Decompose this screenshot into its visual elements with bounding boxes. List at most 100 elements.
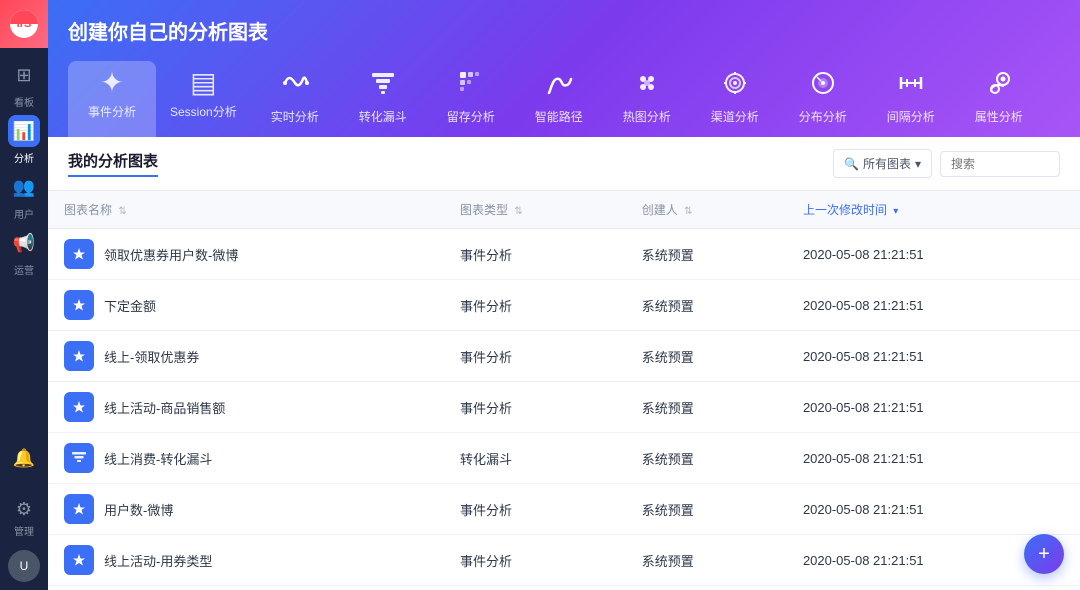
chart-icon-1	[64, 290, 94, 320]
sidebar-item-settings[interactable]: ⚙ 管理	[0, 490, 48, 546]
attribute-label: 属性分析	[975, 108, 1023, 125]
interval-label: 间隔分析	[887, 108, 935, 125]
chart-name-text-4: 线上消费-转化漏斗	[104, 449, 212, 468]
table-row[interactable]: 线下消费-用券类型 事件分析 系统预置 2020-05-08 21:21:51	[48, 586, 1080, 590]
sidebar-bottom: 🔔 ⚙ 管理 U	[0, 430, 48, 590]
chart-type-distribution[interactable]: 分布分析	[779, 61, 867, 137]
cell-creator-3: 系统预置	[626, 382, 787, 433]
chart-type-retention[interactable]: 留存分析	[427, 61, 515, 137]
cell-name-6: 线上活动-用券类型	[48, 535, 444, 586]
fab-icon: +	[1038, 543, 1050, 566]
sidebar-label-users: 用户	[14, 206, 34, 221]
retention-label: 留存分析	[447, 108, 495, 125]
cell-name-3: 线上活动-商品销售额	[48, 382, 444, 433]
page-title: 创建你自己的分析图表	[68, 16, 1060, 45]
sort-icon-time: ▾	[893, 206, 898, 217]
chart-type-funnel[interactable]: 转化漏斗	[339, 61, 427, 137]
heatmap-icon	[633, 69, 661, 102]
sidebar-item-operations[interactable]: 📢 运营	[0, 224, 48, 280]
header-right: 🔍 所有图表 ▾	[833, 149, 1060, 178]
chart-name-text-6: 线上活动-用券类型	[104, 551, 212, 570]
sidebar-item-kanban[interactable]: ⊞ 看板	[0, 56, 48, 112]
chart-type-attribute[interactable]: 属性分析	[955, 61, 1043, 137]
fab-button[interactable]: +	[1024, 534, 1064, 574]
chart-type-event[interactable]: ✦ 事件分析	[68, 61, 156, 137]
session-icon: ▤	[190, 69, 216, 97]
operations-icon-bg: 📢	[8, 227, 40, 259]
th-name: 图表名称 ⇅	[48, 191, 444, 229]
realtime-label: 实时分析	[271, 108, 319, 125]
analysis-icon-bg: 📊	[8, 115, 40, 147]
content-header: 我的分析图表 🔍 所有图表 ▾	[48, 137, 1080, 191]
event-label: 事件分析	[88, 103, 136, 120]
avatar[interactable]: U	[8, 550, 40, 582]
cell-type-7: 事件分析	[444, 586, 626, 590]
cell-name-4: 线上消费-转化漏斗	[48, 433, 444, 484]
analysis-icon: 📊	[13, 121, 35, 142]
top-section: 创建你自己的分析图表 ✦ 事件分析 ▤ Session分析 实时分析	[48, 0, 1080, 137]
users-icon-bg: 👥	[8, 171, 40, 203]
users-icon: 👥	[13, 177, 35, 198]
cell-type-1: 事件分析	[444, 280, 626, 331]
table-row[interactable]: 线上-领取优惠券 事件分析 系统预置 2020-05-08 21:21:51	[48, 331, 1080, 382]
cell-creator-7: 系统预置	[626, 586, 787, 590]
chart-type-session[interactable]: ▤ Session分析	[156, 61, 251, 137]
chart-icon-6	[64, 545, 94, 575]
table-row[interactable]: 用户数-微博 事件分析 系统预置 2020-05-08 21:21:51	[48, 484, 1080, 535]
settings-icon: ⚙	[16, 499, 32, 520]
cell-type-4: 转化漏斗	[444, 433, 626, 484]
operations-icon: 📢	[13, 233, 35, 254]
logo[interactable]: IrS	[0, 0, 48, 48]
chart-type-smartpath[interactable]: 智能路径	[515, 61, 603, 137]
heatmap-label: 热图分析	[623, 108, 671, 125]
smartpath-icon	[545, 69, 573, 102]
filter-dropdown[interactable]: 🔍 所有图表 ▾	[833, 149, 932, 178]
table-row[interactable]: 线上活动-商品销售额 事件分析 系统预置 2020-05-08 21:21:51	[48, 382, 1080, 433]
cell-creator-1: 系统预置	[626, 280, 787, 331]
cell-name-0: 领取优惠券用户数-微博	[48, 229, 444, 280]
table-row[interactable]: 下定金额 事件分析 系统预置 2020-05-08 21:21:51	[48, 280, 1080, 331]
chart-type-realtime[interactable]: 实时分析	[251, 61, 339, 137]
chart-types-bar: ✦ 事件分析 ▤ Session分析 实时分析	[68, 61, 1060, 137]
cell-time-2: 2020-05-08 21:21:51	[787, 331, 1080, 382]
sidebar-label-settings: 管理	[14, 523, 34, 538]
funnel-icon	[369, 69, 397, 102]
chart-icon-2	[64, 341, 94, 371]
search-icon: 🔍	[844, 157, 859, 171]
sidebar-label-analysis: 分析	[14, 150, 34, 165]
filter-label: 所有图表	[863, 155, 911, 172]
cell-time-4: 2020-05-08 21:21:51	[787, 433, 1080, 484]
th-time: 上一次修改时间 ▾	[787, 191, 1080, 229]
table-row[interactable]: 线上消费-转化漏斗 转化漏斗 系统预置 2020-05-08 21:21:51	[48, 433, 1080, 484]
chart-name-text-0: 领取优惠券用户数-微博	[104, 245, 238, 264]
cell-type-5: 事件分析	[444, 484, 626, 535]
cell-time-0: 2020-05-08 21:21:51	[787, 229, 1080, 280]
search-input[interactable]	[940, 151, 1060, 177]
chart-icon-5	[64, 494, 94, 524]
th-type: 图表类型 ⇅	[444, 191, 626, 229]
cell-name-7: 线下消费-用券类型	[48, 586, 444, 590]
table-row[interactable]: 领取优惠券用户数-微博 事件分析 系统预置 2020-05-08 21:21:5…	[48, 229, 1080, 280]
cell-name-1: 下定金额	[48, 280, 444, 331]
cell-name-2: 线上-领取优惠券	[48, 331, 444, 382]
chart-type-channel[interactable]: 渠道分析	[691, 61, 779, 137]
chart-icon-4	[64, 443, 94, 473]
th-creator: 创建人 ⇅	[626, 191, 787, 229]
sidebar-item-notification[interactable]: 🔔	[0, 430, 48, 486]
table-row[interactable]: 线上活动-用券类型 事件分析 系统预置 2020-05-08 21:21:51	[48, 535, 1080, 586]
realtime-icon	[281, 69, 309, 102]
chart-icon-3	[64, 392, 94, 422]
smartpath-label: 智能路径	[535, 108, 583, 125]
cell-creator-0: 系统预置	[626, 229, 787, 280]
chart-type-heatmap[interactable]: 热图分析	[603, 61, 691, 137]
notification-icon: 🔔	[13, 448, 35, 469]
cell-creator-4: 系统预置	[626, 433, 787, 484]
chart-type-interval[interactable]: 间隔分析	[867, 61, 955, 137]
cell-name-5: 用户数-微博	[48, 484, 444, 535]
distribution-icon	[809, 69, 837, 102]
sidebar-item-users[interactable]: 👥 用户	[0, 168, 48, 224]
avatar-initials: U	[20, 559, 29, 573]
cell-time-5: 2020-05-08 21:21:51	[787, 484, 1080, 535]
content-area: 我的分析图表 🔍 所有图表 ▾ 图表名称 ⇅	[48, 137, 1080, 590]
sidebar-item-analysis[interactable]: 📊 分析	[0, 112, 48, 168]
